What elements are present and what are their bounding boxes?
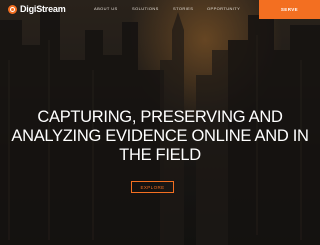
headline-line-3: THE FIELD: [119, 146, 201, 164]
serve-button[interactable]: SERVE: [259, 0, 320, 19]
nav-item-solutions[interactable]: SOLUTIONS: [132, 6, 159, 12]
brand-logo[interactable]: DigiStream: [8, 4, 66, 15]
digistream-logo-icon: [8, 5, 17, 14]
nav-item-about-us[interactable]: ABOUT US: [94, 6, 118, 12]
nav-item-opportunity[interactable]: OPPORTUNITY: [207, 6, 240, 12]
headline-line-2: ANALYZING EVIDENCE ONLINE AND IN: [11, 127, 309, 145]
explore-button[interactable]: EXPLORE: [131, 181, 174, 193]
brand-name: DigiStream: [20, 4, 66, 14]
headline-line-1: CAPTURING, PRESERVING AND: [37, 108, 283, 126]
nav-item-stories[interactable]: STORIES: [173, 6, 193, 12]
hero-headline: CAPTURING, PRESERVING AND ANALYZING EVID…: [0, 108, 320, 165]
top-navigation: DigiStream ABOUT US SOLUTIONS STORIES OP…: [0, 0, 320, 19]
